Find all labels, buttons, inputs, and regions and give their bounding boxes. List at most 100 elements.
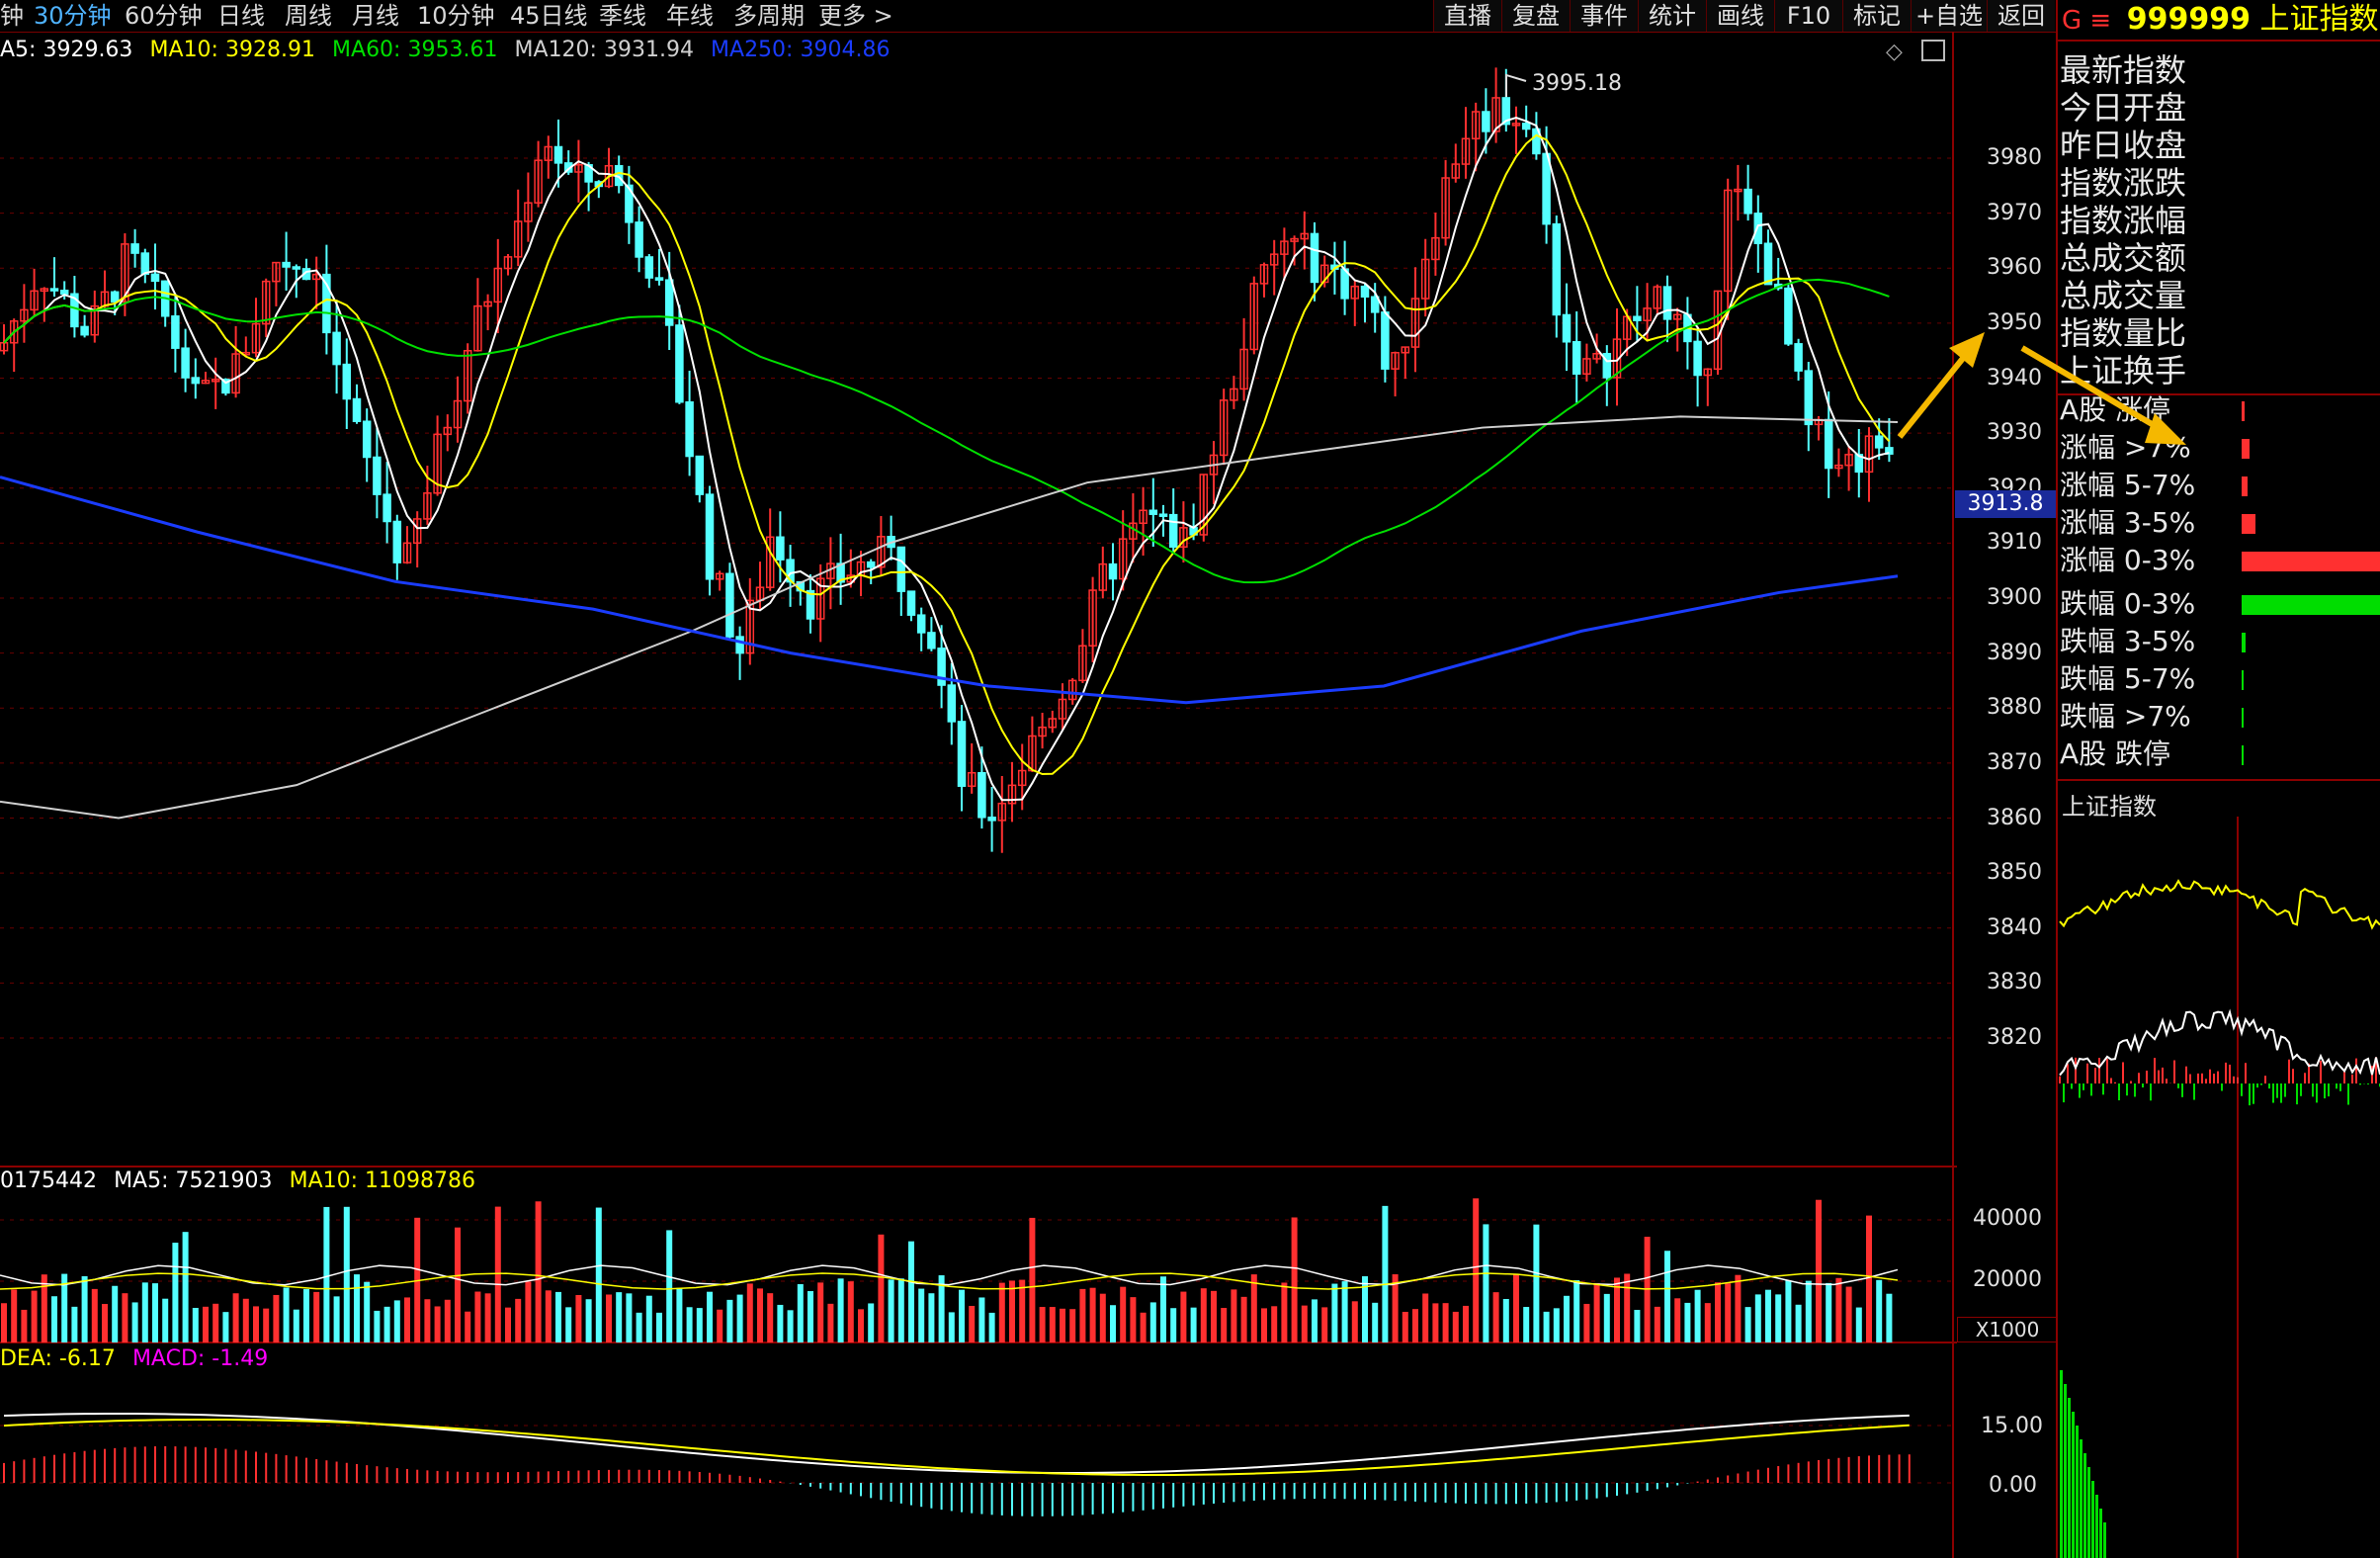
volume-legend: 0175442 MA5: 7521903 MA10: 11098786 (0, 1168, 487, 1193)
volume-bar (1, 1303, 7, 1342)
events-button[interactable]: 事件 (1570, 0, 1638, 32)
price-tick-label: 3940 (1987, 365, 2042, 390)
volume-bar (1754, 1294, 1761, 1342)
timeframe-tab[interactable]: 钟 (0, 0, 24, 32)
volume-bar (333, 1296, 340, 1342)
quote-label: 最新指数 (2060, 51, 2187, 89)
timeframe-tab-10min[interactable]: 10分钟 (417, 0, 495, 32)
volume-bar (1261, 1308, 1267, 1342)
index-code: 999999 (2126, 2, 2251, 37)
price-tick-label: 3970 (1987, 200, 2042, 225)
volume-bar (182, 1232, 189, 1342)
volume-bar (1533, 1224, 1540, 1342)
candle-body (1310, 232, 1319, 284)
intraday-mini-chart[interactable] (2058, 817, 2380, 1558)
divider (2058, 40, 2380, 42)
index-title: G ≡ 999999 上证指数 (2058, 0, 2380, 40)
mini-volume-bar (2083, 1453, 2086, 1558)
candle-body (725, 572, 734, 638)
high-price-annotation: 3995.18 (1532, 71, 1622, 96)
volume-bar (1674, 1298, 1681, 1342)
timeframe-tab-quarterly[interactable]: 季线 (599, 0, 646, 32)
mini-volume-bar (2076, 1426, 2079, 1558)
candle-body (1521, 123, 1531, 130)
timeframe-tab-daily[interactable]: 日线 (217, 0, 265, 32)
volume-bar (293, 1309, 299, 1342)
volume-bar (1492, 1292, 1499, 1342)
volume-bar (595, 1207, 602, 1342)
volume-bar (525, 1281, 532, 1342)
volume-bar (1432, 1303, 1439, 1342)
volume-bar (1826, 1282, 1832, 1342)
replay-button[interactable]: 复盘 (1501, 0, 1570, 32)
ma250-line (0, 476, 1899, 705)
volume-bar (918, 1288, 925, 1342)
timeframe-tab-monthly[interactable]: 月线 (352, 0, 399, 32)
dea-line (3, 1419, 1910, 1476)
statistics-button[interactable]: 统计 (1638, 0, 1706, 32)
volume-bar (1543, 1311, 1550, 1342)
volume-bar (1624, 1273, 1631, 1342)
volume-bar (1422, 1293, 1429, 1342)
volume-bar (112, 1285, 119, 1342)
f10-button[interactable]: F10 (1774, 0, 1842, 32)
volume-bar (1553, 1308, 1560, 1342)
volume-bar (505, 1307, 511, 1342)
dea-value: DEA: -6.17 (0, 1346, 116, 1371)
candle-body (1381, 311, 1390, 370)
ma5-line (3, 117, 1890, 802)
candle-body (1662, 286, 1672, 320)
volume-bar (1180, 1291, 1187, 1342)
timeframe-tab-weekly[interactable]: 周线 (285, 0, 332, 32)
volume-bar (424, 1299, 431, 1342)
timeframe-tab-multi[interactable]: 多周期 (733, 0, 805, 32)
distribution-bar (2242, 476, 2248, 496)
back-button[interactable]: 返回 (1987, 0, 2055, 32)
volume-bar (1835, 1277, 1842, 1342)
volume-bar (878, 1234, 885, 1342)
volume-bar (203, 1306, 209, 1342)
volume-bar (1130, 1297, 1137, 1342)
volume-bar (434, 1306, 441, 1342)
dif-line (3, 1413, 1910, 1474)
candle-body (1158, 513, 1168, 517)
candle-body (1753, 213, 1763, 244)
mark-button[interactable]: 标记 (1842, 0, 1911, 32)
candle-body (292, 266, 301, 270)
volume-bar (393, 1300, 400, 1342)
volume-bar (343, 1206, 350, 1342)
kline-chart[interactable] (0, 32, 1957, 1558)
add-watchlist-button[interactable]: +自选 (1911, 0, 1987, 32)
mini-volume-bar (2068, 1398, 2071, 1558)
price-tick-label: 3900 (1987, 585, 2042, 610)
volume-bar (808, 1291, 813, 1342)
volume-bar (1684, 1302, 1691, 1342)
volume-bar (253, 1306, 259, 1342)
draw-line-button[interactable]: 画线 (1706, 0, 1774, 32)
volume-value: 0175442 (0, 1168, 97, 1193)
volume-bar (91, 1288, 98, 1342)
timeframe-tab-45day[interactable]: 45日线 (510, 0, 588, 32)
quote-label: 指数涨幅 (2060, 202, 2187, 239)
timeframe-tab-more[interactable]: 更多 > (818, 0, 893, 32)
timeframe-tab-30min[interactable]: 30分钟 (34, 0, 112, 32)
volume-tick: 40000 (1973, 1206, 2042, 1231)
volume-bar (1654, 1306, 1660, 1342)
volume-bar (31, 1290, 38, 1342)
timeframe-tab-60min[interactable]: 60分钟 (125, 0, 203, 32)
candle-body (1794, 343, 1803, 372)
volume-bar (41, 1274, 47, 1342)
volume-bar (1593, 1282, 1600, 1342)
macd-tick: 0.00 (1989, 1473, 2037, 1498)
volume-bar (847, 1281, 854, 1342)
timeframe-tab-yearly[interactable]: 年线 (666, 0, 714, 32)
price-tick-label: 3880 (1987, 695, 2042, 721)
volume-bar (1281, 1282, 1288, 1342)
group-icon[interactable]: G ≡ (2062, 6, 2111, 36)
volume-bar (1291, 1217, 1298, 1342)
candle-body (685, 400, 694, 458)
volume-bar (767, 1293, 774, 1342)
distribution-label: 涨幅 5-7% (2060, 469, 2196, 501)
candle-body (1763, 242, 1773, 286)
live-button[interactable]: 直播 (1433, 0, 1501, 32)
